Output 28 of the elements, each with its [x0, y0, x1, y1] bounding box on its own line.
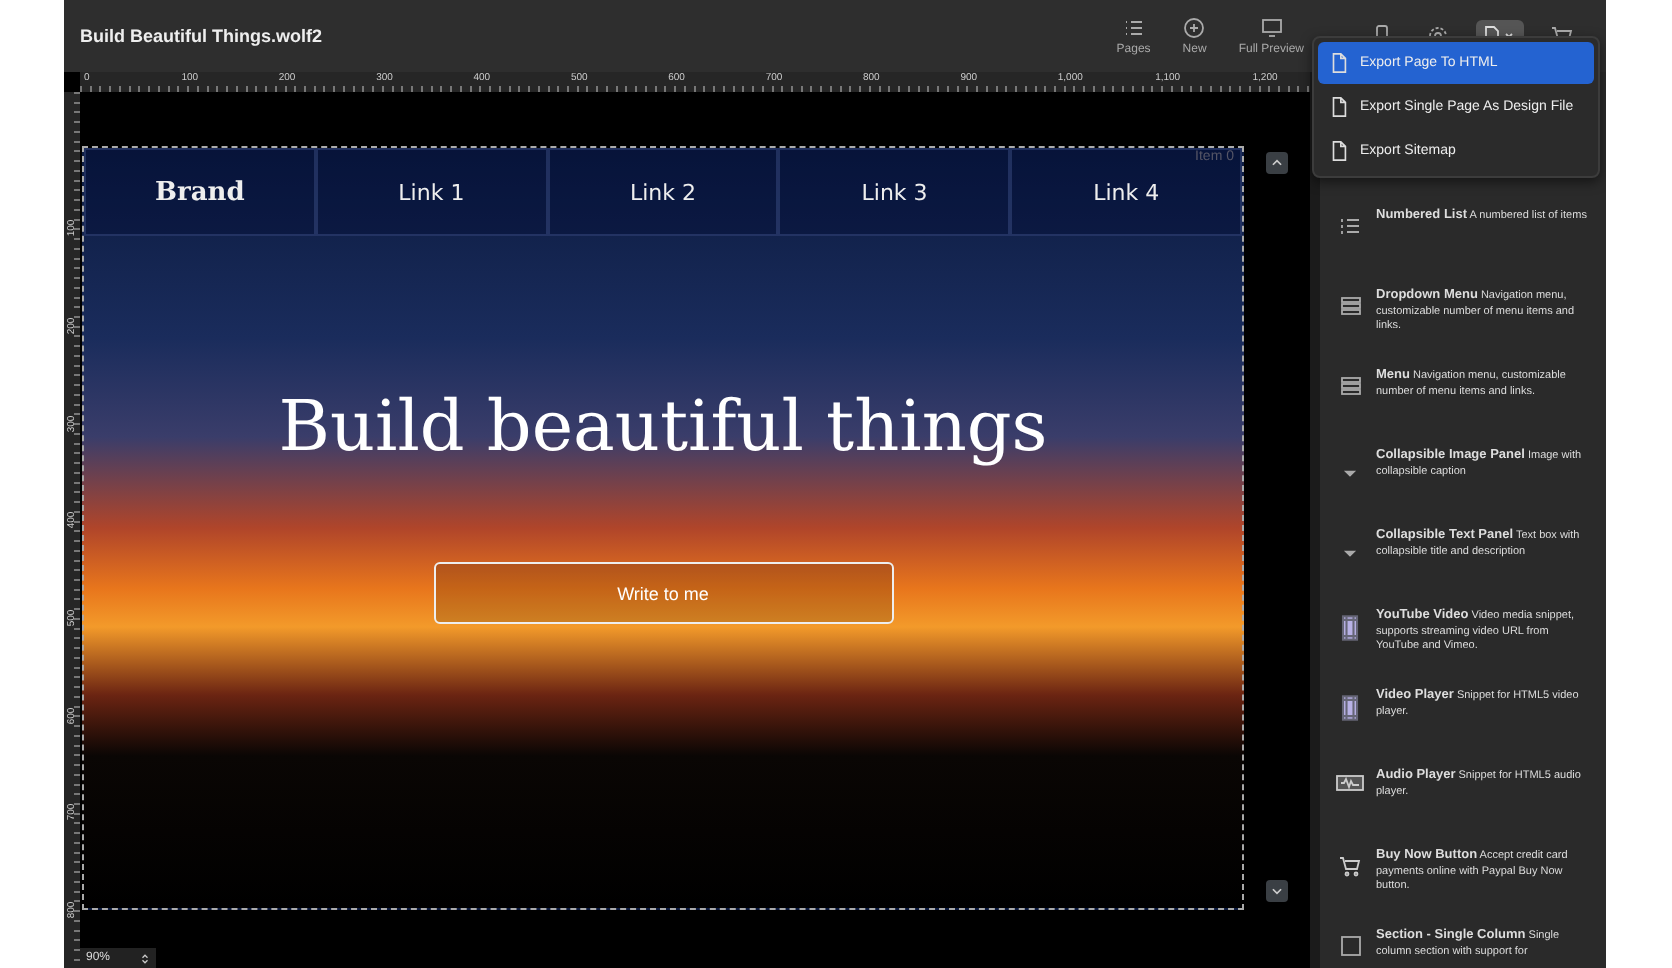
nav-link[interactable]: Link 3 [778, 148, 1011, 236]
document-icon [1328, 138, 1350, 164]
menu-icon [1337, 294, 1363, 318]
triangle-icon [1342, 546, 1358, 562]
document-icon [1328, 50, 1350, 76]
monitor-icon [1259, 16, 1284, 40]
cart-icon [1336, 854, 1364, 878]
chevron-up-icon [1270, 156, 1284, 170]
brand-link[interactable]: Brand [84, 148, 316, 236]
plus-circle-icon [1182, 16, 1207, 40]
triangle-icon [1342, 466, 1358, 482]
chevron-down-icon [1270, 884, 1284, 898]
stepper-icon [140, 951, 150, 965]
nav-link[interactable]: Link 2 [547, 148, 779, 236]
scroll-up-button[interactable] [1266, 152, 1288, 174]
hero-heading: Build beautiful things [278, 388, 1048, 468]
film-icon [1340, 694, 1360, 722]
document-icon [1328, 94, 1350, 120]
scroll-down-button[interactable] [1266, 880, 1288, 902]
film-icon [1340, 614, 1360, 642]
square-icon [1337, 934, 1363, 958]
numbered-list-icon [1336, 214, 1364, 238]
menu-icon [1337, 374, 1363, 398]
nav-link[interactable]: Link 1 [315, 148, 548, 236]
window-title: Build Beautiful Things.wolf2 [80, 26, 324, 46]
write-button[interactable]: Write to me [433, 562, 893, 624]
audio-player-icon [1336, 774, 1364, 792]
list-icon [1121, 16, 1146, 40]
